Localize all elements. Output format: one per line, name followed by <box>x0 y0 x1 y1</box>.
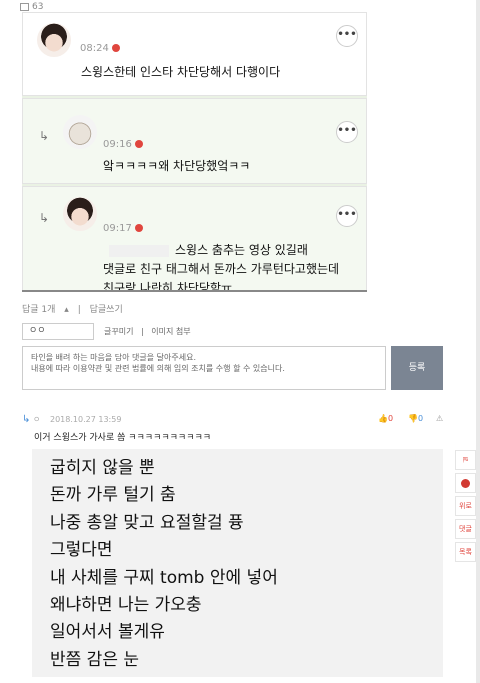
lyric-line: 반쯤 감은 눈 <box>50 649 140 670</box>
submit-button[interactable]: 등록 <box>391 346 443 390</box>
comment-time: 08:24 <box>80 43 109 54</box>
comment-author: ㅇ <box>32 415 41 424</box>
scroll-top-button[interactable]: 위로 <box>455 496 476 516</box>
scrap-icon <box>461 478 470 488</box>
more-options-button[interactable]: ••• <box>336 121 358 143</box>
bookmark-button[interactable]: ⛿ <box>455 450 476 470</box>
reply-comment-text: 이거 스윙스가 가사로 씀 ㅋㅋㅋㅋㅋㅋㅋㅋㅋㅋ <box>34 433 212 443</box>
report-icon[interactable]: ⚠ <box>436 414 443 423</box>
comment-time: 09:17 <box>103 223 132 234</box>
new-badge-icon <box>134 224 143 232</box>
placeholder-line: 내용에 따라 이용약관 및 관련 법률에 의해 임의 조치를 수행 할 수 있습… <box>31 364 285 373</box>
comment-text: 앜ㅋㅋㅋㅋ왜 차단당했엌ㅋㅋ <box>103 159 251 173</box>
lyric-line: 나중 총알 맞고 요절할걸 퓽 <box>50 512 244 533</box>
lyric-line: 내 사체를 구찌 tomb 안에 넣어 <box>50 567 278 588</box>
comment-icon <box>20 3 29 11</box>
lyric-line: 왜냐하면 나는 가오충 <box>50 594 202 615</box>
avatar <box>63 115 97 149</box>
screenshot-comment-1: 08:24 ••• 스윙스한테 인스타 차단당해서 다행이다 <box>22 12 367 96</box>
comment-date: 2018.10.27 13:59 <box>50 415 122 424</box>
redacted-name <box>109 244 169 257</box>
lyric-line: 돈까 가루 털기 춤 <box>50 485 176 506</box>
upvote-button[interactable]: 👍0 <box>378 414 393 423</box>
editor-tools: 글꾸미기 | 이미지 첨부 <box>104 327 191 336</box>
placeholder-line: 타인을 배려 하는 마음을 담아 댓글을 달아주세요. <box>31 353 196 362</box>
scrollbar[interactable] <box>476 0 480 683</box>
lyric-line: 그렇다면 <box>50 540 113 561</box>
reply-count-toggle[interactable]: 답글 1개 ▴ <box>22 305 69 315</box>
text-format-link[interactable]: 글꾸미기 <box>104 327 133 336</box>
nickname-input[interactable]: ㅇㅇ <box>22 323 94 340</box>
new-badge-icon <box>111 44 120 52</box>
image-attach-link[interactable]: 이미지 첨부 <box>151 327 190 336</box>
reply-arrow-icon: ↳ <box>39 129 50 143</box>
lyrics-image: 굽히지 않을 뿐 돈까 가루 털기 춤 나중 총알 맞고 요절할걸 퓽 그렇다면… <box>32 449 443 677</box>
embedded-screenshot: 08:24 ••• 스윙스한테 인스타 차단당해서 다행이다 ↳ 09:16 •… <box>22 12 367 292</box>
comment-text: 스윙스한테 인스타 차단당해서 다행이다 <box>81 65 281 79</box>
more-options-button[interactable]: ••• <box>336 25 358 47</box>
scrap-button[interactable] <box>455 473 476 493</box>
screenshot-comment-2: ↳ 09:16 ••• 앜ㅋㅋㅋㅋ왜 차단당했엌ㅋㅋ <box>22 98 367 184</box>
new-badge-icon <box>134 140 143 148</box>
reply-arrow-icon: ↳ <box>22 414 31 425</box>
comment-count: 63 <box>32 2 44 12</box>
comment-time: 09:16 <box>103 139 132 150</box>
lyric-line: 굽히지 않을 뿐 <box>50 458 155 478</box>
comments-button[interactable]: 댓글 <box>455 519 476 539</box>
lyric-line: 일어서서 볼게유 <box>50 622 165 643</box>
reply-arrow-icon: ↳ <box>39 211 50 225</box>
reply-bar: 답글 1개 ▴ | 답글쓰기 <box>22 305 123 315</box>
floating-sidebar: ⛿ 위로 댓글 목록 <box>455 450 476 565</box>
comment-text: 스윙스 춤추는 영상 있길래 댓글로 친구 태그해서 돈까스 가루턴다고했는데 … <box>103 243 340 292</box>
reply-comment-header: ↳ ㅇ 2018.10.27 13:59 👍0 👎0 ⚠ <box>22 414 446 428</box>
comment-textarea[interactable]: 타인을 배려 하는 마음을 담아 댓글을 달아주세요. 내용에 따라 이용약관 … <box>22 346 386 390</box>
screenshot-comment-3: ↳ 09:17 ••• 스윙스 춤추는 영상 있길래 댓글로 친구 태그해서 돈… <box>22 186 367 292</box>
list-button[interactable]: 목록 <box>455 542 476 562</box>
avatar <box>37 23 71 57</box>
downvote-button[interactable]: 👎0 <box>408 414 423 423</box>
avatar <box>63 197 97 231</box>
more-options-button[interactable]: ••• <box>336 205 358 227</box>
write-reply-link[interactable]: 답글쓰기 <box>90 305 123 315</box>
